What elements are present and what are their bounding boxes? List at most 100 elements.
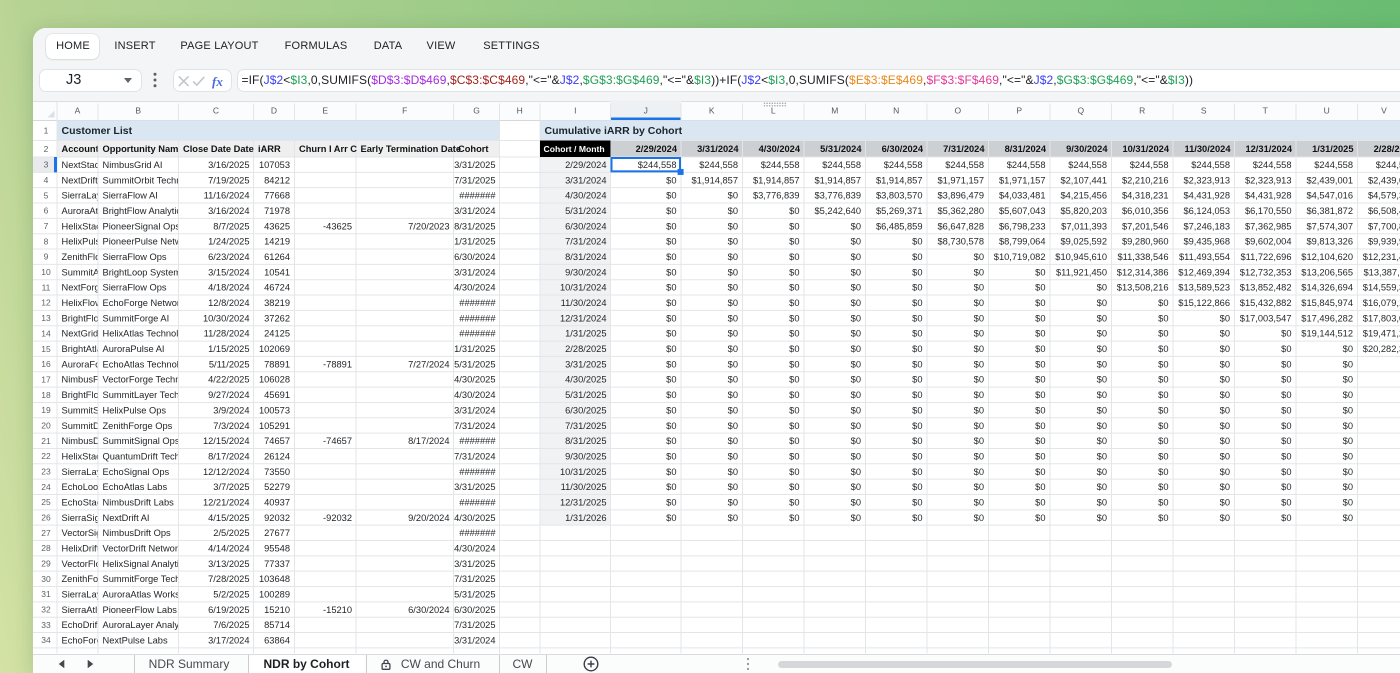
svg-text:$0: $0 bbox=[728, 375, 738, 385]
svg-text:$0: $0 bbox=[1158, 405, 1168, 415]
svg-text:$0: $0 bbox=[912, 467, 922, 477]
svg-text:26: 26 bbox=[41, 513, 51, 523]
svg-text:32: 32 bbox=[41, 605, 51, 615]
svg-text:3/31/2024: 3/31/2024 bbox=[454, 636, 495, 646]
svg-text:AuroraPulse AI: AuroraPulse AI bbox=[103, 344, 165, 354]
svg-text:$0: $0 bbox=[1281, 436, 1291, 446]
svg-text:100573: 100573 bbox=[259, 405, 290, 415]
svg-text:$0: $0 bbox=[666, 221, 676, 231]
svg-text:Early Termination Date: Early Termination Date bbox=[361, 144, 462, 154]
svg-text:$7,700,812: $7,700,812 bbox=[1368, 221, 1400, 231]
svg-text:$0: $0 bbox=[1343, 451, 1353, 461]
svg-text:EchoLoop: EchoLoop bbox=[62, 482, 104, 492]
svg-text:$0: $0 bbox=[1220, 375, 1230, 385]
svg-text:$0: $0 bbox=[666, 298, 676, 308]
svg-text:$0: $0 bbox=[1158, 513, 1168, 523]
svg-text:$0: $0 bbox=[728, 237, 738, 247]
svg-text:$11,493,554: $11,493,554 bbox=[1179, 252, 1230, 262]
svg-text:$12,231,406: $12,231,406 bbox=[1363, 252, 1400, 262]
svg-text:1/31/2026: 1/31/2026 bbox=[565, 513, 606, 523]
svg-text:$17,496,282: $17,496,282 bbox=[1301, 313, 1353, 323]
svg-text:N: N bbox=[893, 106, 899, 116]
svg-text:$0: $0 bbox=[1097, 375, 1107, 385]
svg-text:$0: $0 bbox=[912, 267, 922, 277]
svg-text:84212: 84212 bbox=[264, 175, 290, 185]
svg-text:4/30/2024: 4/30/2024 bbox=[565, 191, 606, 201]
svg-text:$0: $0 bbox=[1035, 359, 1045, 369]
svg-text:$0: $0 bbox=[1220, 513, 1230, 523]
svg-text:$0: $0 bbox=[974, 421, 984, 431]
svg-text:14: 14 bbox=[41, 328, 51, 338]
svg-text:$0: $0 bbox=[1343, 344, 1353, 354]
svg-text:$0: $0 bbox=[974, 359, 984, 369]
svg-text:$0: $0 bbox=[1097, 390, 1107, 400]
svg-text:Opportunity Name: Opportunity Name bbox=[103, 144, 184, 154]
svg-text:$1,914,857: $1,914,857 bbox=[814, 175, 861, 185]
svg-text:107053: 107053 bbox=[259, 160, 290, 170]
svg-text:8/7/2025: 8/7/2025 bbox=[213, 221, 249, 231]
svg-text:9/30/2025: 9/30/2025 bbox=[565, 451, 606, 461]
svg-text:SummitForge AI: SummitForge AI bbox=[103, 313, 170, 323]
svg-text:30: 30 bbox=[41, 574, 51, 584]
svg-text:6/30/2024: 6/30/2024 bbox=[408, 605, 449, 615]
svg-text:3/31/2025: 3/31/2025 bbox=[565, 359, 606, 369]
svg-text:45691: 45691 bbox=[264, 390, 290, 400]
svg-text:Q: Q bbox=[1077, 106, 1084, 116]
svg-text:$0: $0 bbox=[851, 237, 861, 247]
svg-text:$0: $0 bbox=[1035, 421, 1045, 431]
svg-text:$0: $0 bbox=[728, 405, 738, 415]
svg-text:$0: $0 bbox=[1097, 283, 1107, 293]
svg-text:7/31/2024: 7/31/2024 bbox=[454, 451, 495, 461]
svg-text:$0: $0 bbox=[666, 513, 676, 523]
svg-text:$0: $0 bbox=[666, 467, 676, 477]
svg-text:$0: $0 bbox=[666, 436, 676, 446]
svg-text:8/31/2024: 8/31/2024 bbox=[565, 252, 606, 262]
svg-text:3/31/2024: 3/31/2024 bbox=[565, 175, 606, 185]
svg-text:$6,485,859: $6,485,859 bbox=[876, 221, 923, 231]
svg-text:$0: $0 bbox=[1220, 467, 1230, 477]
svg-text:V: V bbox=[1381, 106, 1387, 116]
svg-text:$0: $0 bbox=[851, 405, 861, 415]
svg-text:$0: $0 bbox=[974, 267, 984, 277]
svg-text:$0: $0 bbox=[1158, 497, 1168, 507]
svg-text:$9,813,326: $9,813,326 bbox=[1306, 237, 1353, 247]
svg-text:1/31/2025: 1/31/2025 bbox=[454, 344, 495, 354]
svg-text:9/27/2024: 9/27/2024 bbox=[208, 390, 249, 400]
svg-text:NimbusDrift Ops: NimbusDrift Ops bbox=[103, 528, 172, 538]
svg-text:$0: $0 bbox=[851, 421, 861, 431]
svg-text:$0: $0 bbox=[1343, 375, 1353, 385]
svg-text:$0: $0 bbox=[789, 375, 799, 385]
svg-text:$1,914,857: $1,914,857 bbox=[753, 175, 800, 185]
svg-text:$2,323,913: $2,323,913 bbox=[1245, 175, 1292, 185]
svg-text:3/31/2024: 3/31/2024 bbox=[697, 144, 739, 154]
svg-text:$0: $0 bbox=[1343, 436, 1353, 446]
svg-text:12: 12 bbox=[41, 298, 51, 308]
svg-text:-78891: -78891 bbox=[323, 359, 352, 369]
svg-text:$19,144,512: $19,144,512 bbox=[1301, 329, 1353, 339]
svg-text:$0: $0 bbox=[666, 344, 676, 354]
svg-text:R: R bbox=[1139, 106, 1145, 116]
svg-text:$0: $0 bbox=[789, 405, 799, 415]
svg-text:$0: $0 bbox=[789, 451, 799, 461]
svg-text:$0: $0 bbox=[1220, 405, 1230, 415]
svg-text:SierraAtlas: SierraAtlas bbox=[62, 605, 108, 615]
svg-text:$7,362,985: $7,362,985 bbox=[1245, 221, 1292, 231]
svg-text:7/27/2024: 7/27/2024 bbox=[408, 359, 449, 369]
svg-text:9/20/2024: 9/20/2024 bbox=[408, 513, 449, 523]
svg-text:$0: $0 bbox=[1220, 421, 1230, 431]
svg-text:$0: $0 bbox=[789, 206, 799, 216]
svg-text:77337: 77337 bbox=[264, 559, 290, 569]
svg-text:$6,508,412: $6,508,412 bbox=[1368, 206, 1400, 216]
svg-text:3/31/2025: 3/31/2025 bbox=[454, 559, 495, 569]
svg-text:EchoSignal Ops: EchoSignal Ops bbox=[103, 467, 170, 477]
svg-text:$0: $0 bbox=[728, 221, 738, 231]
svg-text:$0: $0 bbox=[789, 482, 799, 492]
svg-text:$0: $0 bbox=[728, 421, 738, 431]
svg-text:$244,558: $244,558 bbox=[1068, 160, 1107, 170]
svg-text:$0: $0 bbox=[1220, 451, 1230, 461]
svg-text:$13,387,211: $13,387,211 bbox=[1363, 267, 1400, 277]
svg-text:$9,602,004: $9,602,004 bbox=[1245, 237, 1292, 247]
svg-text:$5,607,043: $5,607,043 bbox=[999, 206, 1046, 216]
svg-text:EchoAtlas Labs: EchoAtlas Labs bbox=[103, 482, 168, 492]
svg-text:#######: ####### bbox=[459, 528, 496, 538]
